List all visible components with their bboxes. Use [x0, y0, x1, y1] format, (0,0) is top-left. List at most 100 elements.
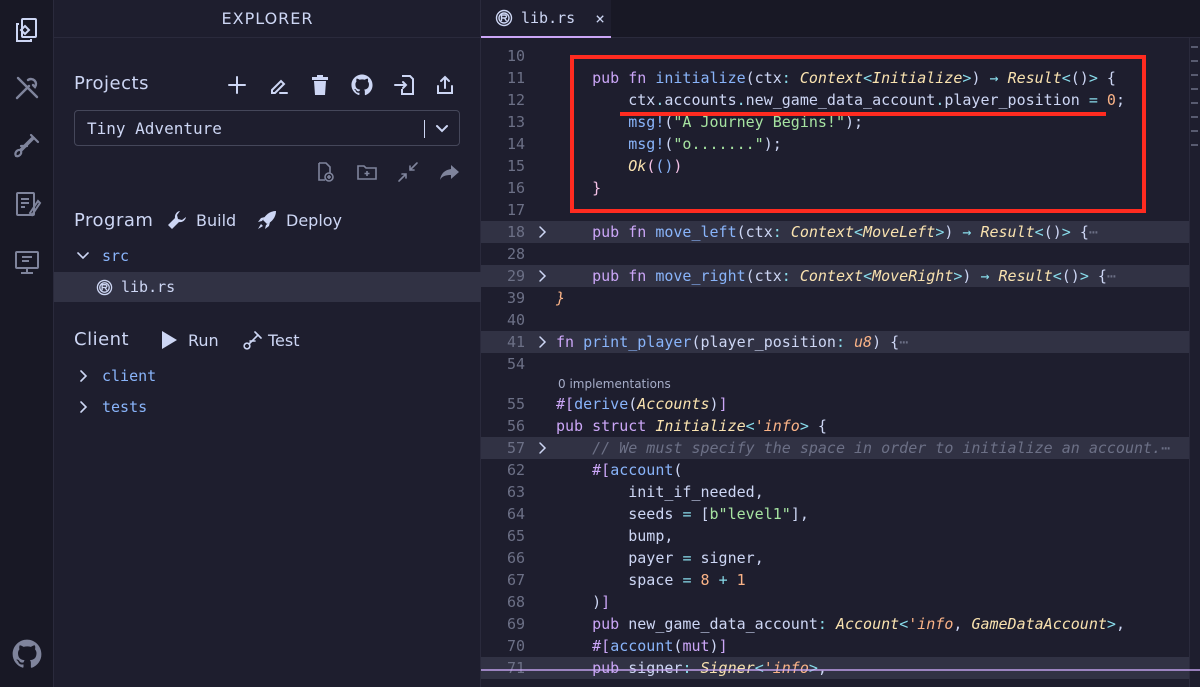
trash-icon[interactable] — [307, 72, 333, 98]
build-button[interactable]: Build — [166, 209, 236, 231]
minimap-mark — [1191, 88, 1198, 90]
share-icon[interactable] — [436, 159, 462, 185]
export-icon[interactable] — [432, 72, 458, 98]
activity-bar — [0, 0, 54, 687]
chevron-right-icon — [80, 401, 88, 413]
line-number: 71 — [506, 659, 525, 677]
chevron-down-icon — [77, 252, 89, 260]
tree-folder-tests[interactable]: tests — [54, 392, 481, 422]
minimap-mark — [1191, 46, 1198, 48]
close-icon[interactable]: × — [595, 9, 605, 28]
line-number: 14 — [506, 135, 525, 153]
code-text: #[derive(Accounts)] — [556, 395, 728, 413]
folder-name: tests — [102, 398, 148, 416]
tree-folder-client[interactable]: client — [54, 361, 481, 391]
deploy-button[interactable]: Deploy — [256, 209, 342, 231]
tutorials-icon[interactable] — [0, 184, 54, 224]
line-number: 57 — [506, 439, 525, 457]
code-line: 71 pub signer: Signer<'info>, — [481, 657, 1189, 679]
code-text: )] — [592, 593, 611, 611]
code-line: 56 pub struct Initialize<'info> { — [481, 415, 1189, 437]
tab-bar: lib.rs × — [481, 0, 1200, 38]
chevron-right-icon[interactable] — [535, 335, 549, 349]
code-line: 63 init_if_needed, — [481, 481, 1189, 503]
editor-bottom-accent — [481, 669, 1200, 671]
code-line: 39} — [481, 287, 1189, 309]
minimap-mark — [1191, 60, 1198, 62]
code-text: payer = signer, — [628, 549, 764, 567]
line-number: 69 — [506, 615, 525, 633]
program-title: Program — [74, 210, 154, 231]
select-divider — [424, 120, 425, 138]
code-text: pub signer: Signer<'info>, — [592, 659, 827, 677]
rename-icon[interactable] — [266, 72, 292, 98]
line-number: 56 — [506, 417, 525, 435]
explorer-title: EXPLORER — [54, 0, 481, 38]
add-icon[interactable] — [224, 72, 250, 98]
line-number: 13 — [506, 113, 525, 131]
monitor-icon[interactable] — [0, 242, 54, 282]
chevron-down-icon — [436, 125, 448, 133]
tree-file-lib-rs[interactable]: lib.rs — [54, 272, 481, 302]
run-button[interactable]: Run — [158, 329, 219, 351]
minimap-mark — [1191, 130, 1198, 132]
code-line: 40 — [481, 309, 1189, 331]
editor-scrollbar[interactable] — [1189, 38, 1200, 687]
test-tube-icon — [243, 331, 262, 350]
line-number: 54 — [506, 355, 525, 373]
import-icon[interactable] — [391, 72, 417, 98]
minimap-mark — [1191, 102, 1198, 104]
test-tube-icon[interactable] — [0, 126, 54, 166]
new-file-icon[interactable] — [312, 159, 338, 185]
explorer-files-icon[interactable] — [0, 10, 54, 50]
line-number: 55 — [506, 395, 525, 413]
line-number: 67 — [506, 571, 525, 589]
minimap-mark — [1191, 116, 1198, 118]
rust-file-icon — [495, 9, 513, 27]
deploy-label: Deploy — [286, 210, 343, 230]
code-line: 68 )] — [481, 591, 1189, 613]
code-text: // We must specify the space in order to… — [592, 439, 1171, 457]
code-text: fn print_player(player_position: u8) {⋯ — [556, 333, 909, 351]
line-number: 64 — [506, 505, 525, 523]
code-line: 55 #[derive(Accounts)] — [481, 393, 1189, 415]
code-lens-implementations[interactable]: 0 implementations — [558, 377, 671, 391]
code-text: #[account(mut)] — [592, 637, 728, 655]
line-number: 16 — [506, 179, 525, 197]
code-line: 57 // We must specify the space in order… — [481, 437, 1189, 459]
project-select-value: Tiny Adventure — [87, 119, 222, 138]
github-icon[interactable] — [349, 72, 375, 98]
project-select[interactable]: Tiny Adventure — [74, 110, 460, 146]
code-line: 64 seeds = [b"level1"], — [481, 503, 1189, 525]
line-number: 29 — [506, 267, 525, 285]
line-number: 12 — [506, 91, 525, 109]
line-number: 66 — [506, 549, 525, 567]
line-number: 63 — [506, 483, 525, 501]
folder-name: client — [102, 367, 157, 385]
folder-name: src — [102, 247, 130, 265]
chevron-right-icon[interactable] — [535, 225, 549, 239]
line-number: 10 — [506, 47, 525, 65]
wrench-icon — [168, 211, 186, 229]
build-tools-icon[interactable] — [0, 68, 54, 108]
line-number: 70 — [506, 637, 525, 655]
code-line: 62 #[account( — [481, 459, 1189, 481]
chevron-right-icon[interactable] — [535, 269, 549, 283]
code-text: init_if_needed, — [628, 483, 764, 501]
github-icon[interactable] — [0, 634, 54, 674]
tree-folder-src[interactable]: src — [54, 241, 481, 271]
new-folder-icon[interactable] — [354, 159, 380, 185]
code-line: 29 pub fn move_right(ctx: Context<MoveRi… — [481, 265, 1189, 287]
code-text: seeds = [b"level1"], — [628, 505, 809, 523]
code-line: 41 fn print_player(player_position: u8) {… — [481, 331, 1189, 353]
line-number: 11 — [506, 69, 525, 87]
collapse-icon[interactable] — [395, 159, 421, 185]
chevron-right-icon[interactable] — [535, 441, 549, 455]
code-line: 70 #[account(mut)] — [481, 635, 1189, 657]
test-button[interactable]: Test — [242, 329, 300, 351]
line-number: 41 — [506, 333, 525, 351]
rust-file-icon — [96, 279, 113, 295]
code-line: 18 pub fn move_left(ctx: Context<MoveLef… — [481, 221, 1189, 243]
tab-lib-rs[interactable]: lib.rs × — [481, 0, 611, 38]
code-line: 66 payer = signer, — [481, 547, 1189, 569]
